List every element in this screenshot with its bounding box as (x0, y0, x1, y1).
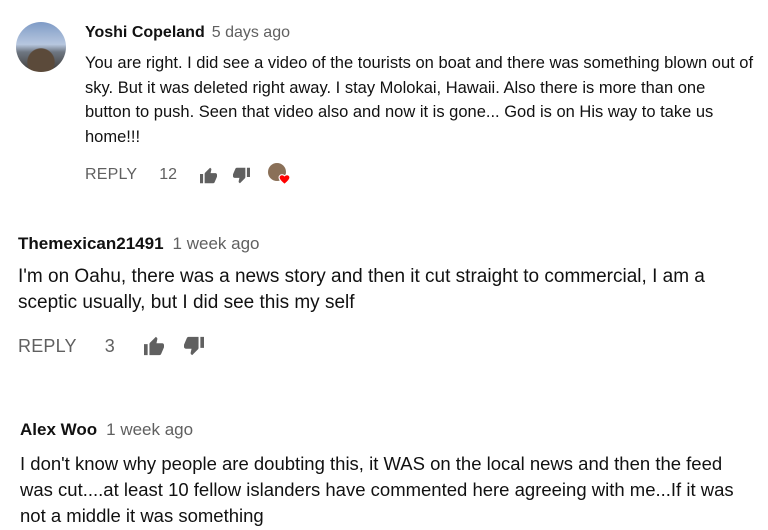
comment-timestamp[interactable]: 1 week ago (173, 234, 260, 253)
comment-timestamp[interactable]: 1 week ago (106, 420, 193, 439)
comment-actions: REPLY 12 (85, 163, 292, 187)
comment-text: I'm on Oahu, there was a news story and … (18, 266, 705, 313)
like-count: 12 (159, 166, 178, 183)
thumbs-down-icon[interactable] (232, 167, 251, 184)
reply-button[interactable]: REPLY (85, 166, 137, 184)
thumbs-down-icon[interactable] (183, 336, 205, 356)
reply-button[interactable]: REPLY (18, 336, 77, 357)
comment-timestamp[interactable]: 5 days ago (212, 24, 290, 41)
comment-actions: REPLY 3 (18, 333, 205, 359)
comment-header: Yoshi Copeland 5 days ago (85, 24, 290, 42)
like-count: 3 (104, 335, 115, 356)
thumbs-up-icon[interactable] (143, 336, 165, 356)
author-name[interactable]: Yoshi Copeland (85, 24, 205, 41)
creator-heart-icon (268, 163, 292, 187)
comment-header: Alex Woo 1 week ago (20, 420, 193, 440)
author-name[interactable]: Alex Woo (20, 420, 97, 439)
comment-header: Themexican21491 1 week ago (18, 234, 260, 254)
avatar[interactable] (16, 22, 66, 72)
comment-text: I don't know why people are doubting thi… (20, 453, 734, 526)
author-name[interactable]: Themexican21491 (18, 234, 164, 253)
comment-text: You are right. I did see a video of the … (85, 54, 754, 146)
thumbs-up-icon[interactable] (199, 167, 218, 184)
